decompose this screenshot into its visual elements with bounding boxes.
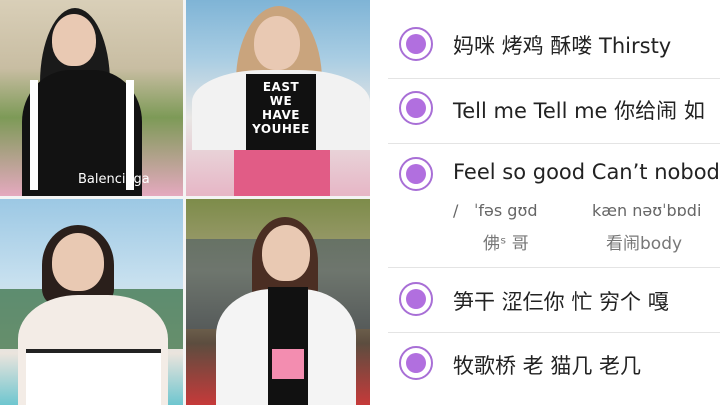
lyric-row[interactable]: 妈咪 烤鸡 酥喽 Thirsty bbox=[370, 0, 720, 78]
phonetic-text-1: ˈfəs gʊd bbox=[474, 201, 538, 220]
shirt-print-text: EAST WE HAVE YOUHEE bbox=[252, 80, 310, 136]
photo-top-right: EAST WE HAVE YOUHEE bbox=[186, 0, 370, 196]
photo-bottom-right bbox=[186, 199, 370, 405]
lyric-line-text: Tell me Tell me 你给闹 如 bbox=[453, 99, 705, 123]
photo-collage: Balenciaga EAST WE HAVE YOUHEE bbox=[0, 0, 370, 405]
photo-bottom-left bbox=[0, 199, 183, 405]
shirt-brand-text: Balenciaga bbox=[78, 172, 150, 187]
lyric-row[interactable]: 牧歌桥 老 猫几 老几 bbox=[370, 333, 720, 405]
lyric-line-text: 牧歌桥 老 猫几 老几 bbox=[453, 354, 642, 378]
lyric-select-radio[interactable] bbox=[399, 91, 433, 125]
lyric-select-radio[interactable] bbox=[399, 27, 433, 61]
lyric-select-radio[interactable] bbox=[399, 157, 433, 191]
photo-top-left: Balenciaga bbox=[0, 0, 183, 196]
lyric-select-radio[interactable] bbox=[399, 346, 433, 380]
homophone-text-1: 佛ˢ 哥 bbox=[483, 234, 529, 254]
lyric-line-text: 妈咪 烤鸡 酥喽 Thirsty bbox=[453, 34, 672, 58]
lyrics-list: 妈咪 烤鸡 酥喽 Thirsty Tell me Tell me 你给闹 如 F… bbox=[370, 0, 720, 405]
lyric-row[interactable]: Feel so good Can’t nobody / ˈfəs gʊd kæn… bbox=[370, 144, 720, 267]
lyric-row[interactable]: Tell me Tell me 你给闹 如 bbox=[370, 79, 720, 142]
homophone-text-2: 看闹body bbox=[606, 234, 683, 254]
lyric-select-radio[interactable] bbox=[399, 282, 433, 316]
lyric-line-text: Feel so good Can’t nobody bbox=[453, 160, 720, 184]
lyric-line-text: 笋干 涩仨你 忙 穷个 嘎 bbox=[453, 290, 669, 314]
lyric-row[interactable]: 笋干 涩仨你 忙 穷个 嘎 bbox=[370, 268, 720, 332]
phonetic-slash: / bbox=[453, 201, 459, 220]
phonetic-text-2: kæn nəʊˈbɒdi bbox=[592, 201, 702, 220]
